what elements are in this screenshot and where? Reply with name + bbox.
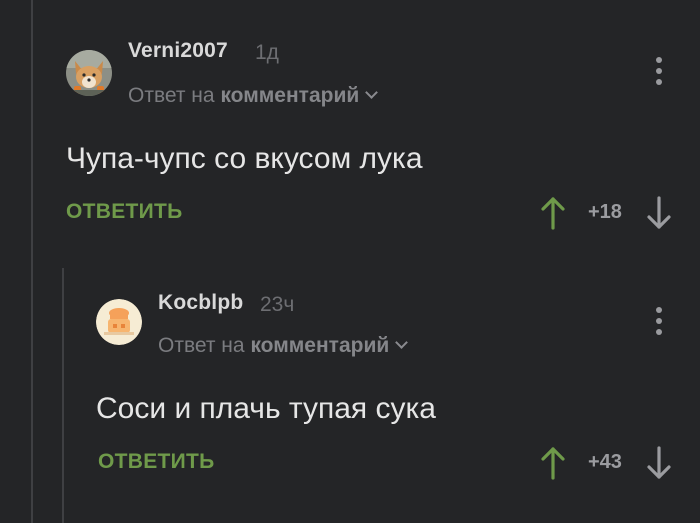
more-options-icon[interactable]: [655, 57, 663, 87]
fox-avatar-icon[interactable]: [66, 50, 112, 96]
comment-text: Соси и плачь тупая сука: [96, 392, 436, 425]
comment-time: 1д: [255, 41, 279, 64]
reply-to-link[interactable]: Ответ на комментарий: [158, 334, 409, 358]
upvote-arrow-icon[interactable]: [541, 196, 565, 230]
reply-button[interactable]: ОТВЕТИТЬ: [98, 450, 215, 474]
downvote-arrow-icon[interactable]: [647, 196, 671, 230]
reply-to-target: комментарий: [220, 84, 360, 107]
comment-text: Чупа-чупс со вкусом лука: [66, 142, 423, 175]
thread-line-inner: [62, 268, 64, 523]
comment-time: 23ч: [260, 293, 295, 316]
chevron-down-icon: [365, 86, 379, 99]
rating-value: +43: [588, 451, 622, 473]
comment-author[interactable]: Kocblpb: [158, 291, 243, 315]
comment-thread: Verni2007 1д Ответ на комментарий Чупа-ч…: [0, 0, 700, 523]
rating-value: +18: [588, 201, 622, 223]
reply-button[interactable]: ОТВЕТИТЬ: [66, 200, 183, 224]
reply-to-prefix: Ответ на: [158, 334, 245, 357]
reply-to-link[interactable]: Ответ на комментарий: [128, 84, 379, 108]
upvote-arrow-icon[interactable]: [541, 446, 565, 480]
thread-line-outer: [31, 0, 33, 523]
comment-author[interactable]: Verni2007: [128, 39, 228, 63]
more-options-icon[interactable]: [655, 307, 663, 337]
chevron-down-icon: [395, 336, 409, 349]
reply-to-target: комментарий: [250, 334, 390, 357]
chef-avatar-icon[interactable]: [96, 299, 142, 345]
downvote-arrow-icon[interactable]: [647, 446, 671, 480]
reply-to-prefix: Ответ на: [128, 84, 215, 107]
